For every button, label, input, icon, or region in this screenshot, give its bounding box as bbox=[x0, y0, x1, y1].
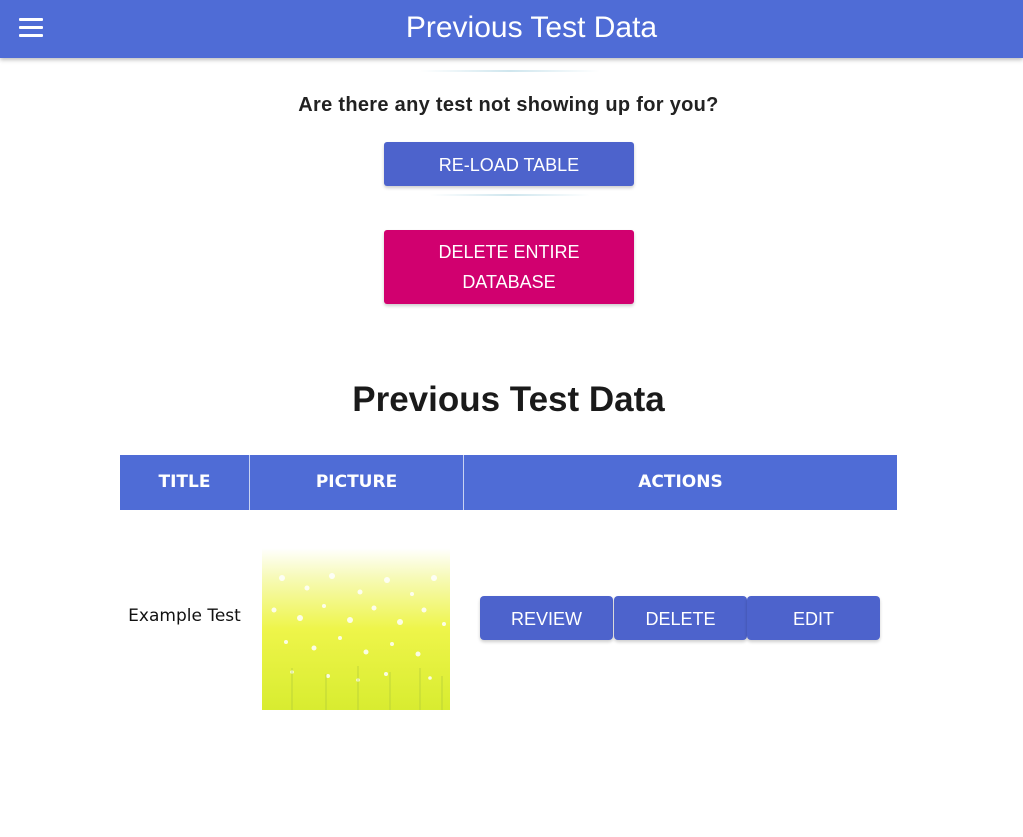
edit-button[interactable]: EDIT bbox=[747, 596, 880, 640]
review-button[interactable]: REVIEW bbox=[480, 596, 613, 640]
delete-button[interactable]: DELETE bbox=[614, 596, 747, 640]
top-app-bar: Previous Test Data bbox=[0, 0, 1023, 58]
table-header: TITLE PICTURE ACTIONS bbox=[120, 455, 897, 510]
row-title-cell: Example Test bbox=[128, 606, 241, 626]
column-header-title: TITLE bbox=[120, 455, 250, 510]
app-bar-title: Previous Test Data bbox=[405, 11, 658, 44]
column-header-picture: PICTURE bbox=[250, 455, 464, 510]
test-picture-thumbnail bbox=[262, 548, 450, 710]
divider bbox=[430, 194, 590, 196]
delete-entire-database-button[interactable]: DELETE ENTIRE DATABASE bbox=[384, 230, 634, 304]
column-header-actions: ACTIONS bbox=[638, 472, 723, 492]
missing-tests-question: Are there any test not showing up for yo… bbox=[298, 94, 719, 116]
section-title: Previous Test Data bbox=[352, 380, 665, 419]
divider bbox=[420, 70, 600, 72]
reload-table-button[interactable]: RE-LOAD TABLE bbox=[384, 142, 634, 186]
